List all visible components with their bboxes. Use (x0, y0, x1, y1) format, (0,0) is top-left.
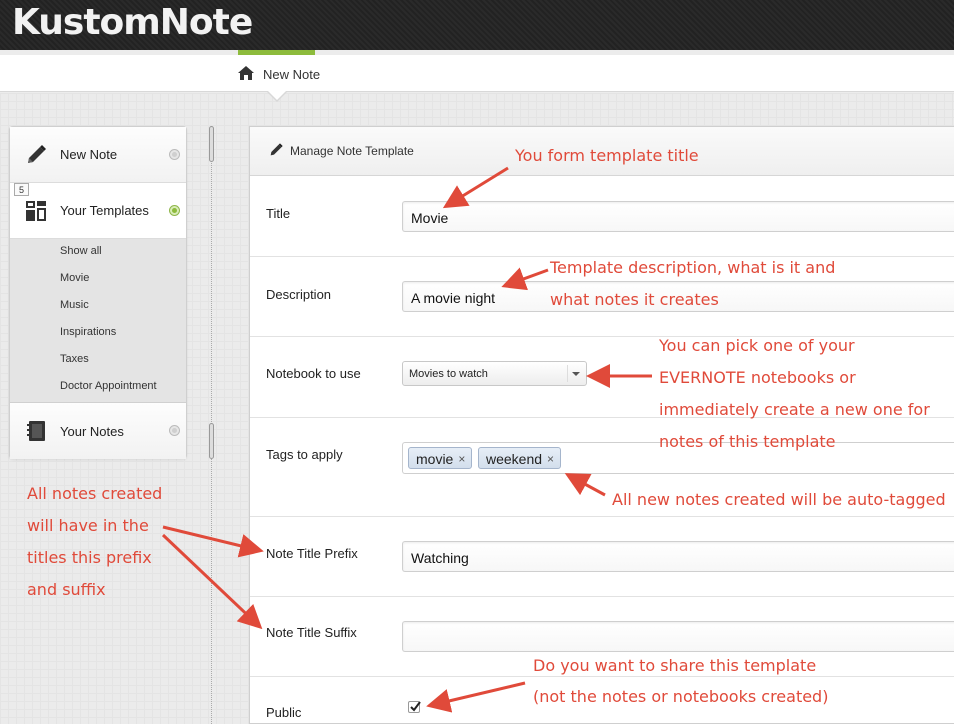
annotation-tags: All new notes created will be auto-tagge… (612, 490, 946, 509)
notebook-select[interactable]: Movies to watch (402, 361, 587, 386)
count-badge: 5 (14, 183, 29, 196)
breadcrumb-bar: New Note (0, 55, 954, 92)
field-label: Note Title Suffix (266, 625, 357, 640)
template-list: Show all Movie Music Inspirations Taxes … (10, 239, 186, 403)
status-dot (169, 149, 180, 160)
notebook-select-value: Movies to watch (409, 368, 488, 380)
sidebar-item-label: Your Notes (60, 423, 124, 439)
annotation-title: You form template title (515, 146, 699, 165)
scroll-handle[interactable] (209, 423, 214, 459)
close-icon[interactable]: × (458, 452, 465, 466)
annotation-notebook-line1: You can pick one of your (659, 336, 855, 355)
field-label: Public (266, 705, 302, 720)
field-label: Title (266, 206, 291, 221)
tag-label: movie (416, 451, 454, 467)
chevron-down-icon (572, 372, 580, 376)
breadcrumb-label: New Note (263, 67, 321, 82)
annotation-description-line1: Template description, what is it and (550, 258, 836, 277)
annotation-prefix-line3: titles this prefix (27, 548, 152, 567)
templates-icon (24, 199, 48, 223)
annotation-prefix-line1: All notes created (27, 484, 163, 503)
pencil-icon (268, 142, 284, 161)
annotation-prefix-line4: and suffix (27, 580, 106, 599)
sidebar-item-your-notes[interactable]: Your Notes (10, 403, 186, 459)
list-item[interactable]: Show all (60, 245, 102, 257)
annotation-notebook-line3: immediately create a new one for (659, 400, 930, 419)
tag-label: weekend (486, 451, 543, 467)
home-icon (238, 66, 254, 83)
field-label: Description (266, 287, 332, 302)
title-input[interactable]: Movie (402, 201, 954, 232)
annotation-public-line2: (not the notes or notebooks created) (533, 687, 829, 706)
public-checkbox[interactable] (408, 701, 421, 713)
sidebar: New Note 5 Your Templates Show all Movie… (9, 126, 187, 459)
list-item[interactable]: Music (60, 299, 89, 311)
annotation-notebook-line4: notes of this template (659, 432, 836, 451)
breadcrumb[interactable]: New Note (238, 66, 320, 83)
scroll-handle[interactable] (209, 126, 214, 162)
sidebar-item-label: Your Templates (60, 203, 149, 218)
breadcrumb-pointer (268, 91, 286, 100)
app-logo[interactable]: KustomNote (12, 2, 253, 43)
annotation-public-line1: Do you want to share this template (533, 656, 817, 675)
sidebar-item-label: New Note (60, 147, 118, 162)
top-header: KustomNote (0, 0, 954, 50)
suffix-input[interactable] (402, 621, 954, 652)
field-label: Tags to apply (266, 447, 343, 462)
tag-chip: movie × (408, 447, 473, 469)
notebook-icon (24, 419, 48, 443)
field-label: Notebook to use (266, 366, 361, 381)
form-row-prefix: Note Title Prefix Watching (250, 517, 954, 597)
list-item[interactable]: Inspirations (60, 326, 116, 338)
panel-title: Manage Note Template (290, 144, 414, 158)
tag-chip: weekend × (478, 447, 562, 469)
status-dot (169, 425, 180, 436)
field-label: Note Title Prefix (266, 546, 358, 561)
sidebar-item-your-templates[interactable]: 5 Your Templates (10, 183, 186, 239)
pencil-icon (24, 143, 48, 167)
close-icon[interactable]: × (547, 452, 554, 466)
annotation-prefix-line2: will have in the (27, 516, 149, 535)
list-item[interactable]: Doctor Appointment (60, 380, 157, 392)
annotation-description-line2: what notes it creates (550, 290, 719, 309)
sidebar-item-new-note[interactable]: New Note (10, 127, 186, 183)
list-item[interactable]: Movie (60, 272, 89, 284)
list-item[interactable]: Taxes (60, 353, 89, 365)
form-row-title: Title Movie (250, 177, 954, 257)
select-divider (567, 365, 568, 382)
annotation-notebook-line2: EVERNOTE notebooks or (659, 368, 856, 387)
prefix-input[interactable]: Watching (402, 541, 954, 572)
status-dot (169, 205, 180, 216)
